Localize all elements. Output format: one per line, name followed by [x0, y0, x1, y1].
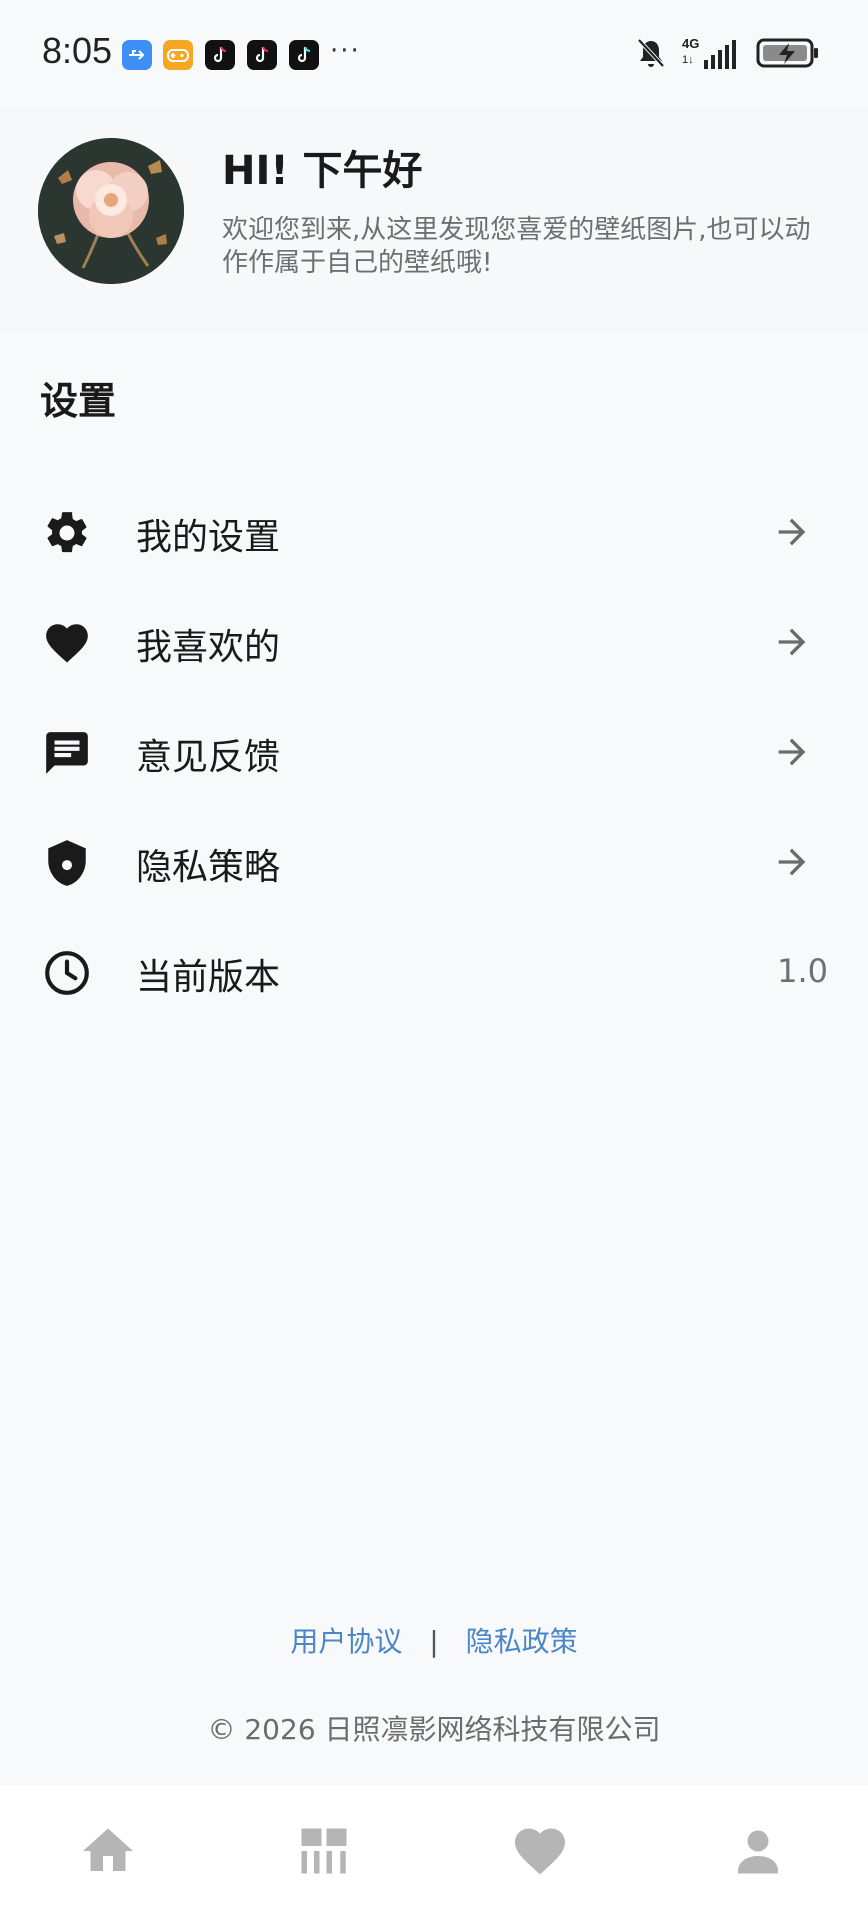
menu-item-label: 我喜欢的: [136, 627, 281, 668]
footer-separator: |: [429, 1625, 439, 1658]
greeting-subtitle: 欢迎您到来,从这里发现您喜爱的壁纸图片,也可以动作作属于自己的壁纸哦!: [222, 215, 811, 278]
arrow-right-icon: [772, 622, 812, 662]
status-bar: 8:05 ··· 4G 1↓: [0, 0, 868, 108]
menu-item-label: 我的设置: [136, 517, 281, 558]
menu-item-privacy-strategy[interactable]: 隐私策略: [0, 806, 868, 916]
status-time: 8:05: [42, 30, 113, 71]
menu-item-label: 意见反馈: [136, 737, 281, 778]
menu-item-my-favorites[interactable]: 我喜欢的: [0, 586, 868, 696]
gear-icon: [42, 508, 92, 558]
status-indicators: 4G 1↓: [636, 36, 820, 73]
menu-item-label: 隐私策略: [136, 847, 281, 888]
avatar[interactable]: [38, 138, 184, 284]
mute-bell-icon: [636, 37, 666, 73]
greeting-title: HI! 下午好: [222, 148, 423, 194]
network-type-label: 4G: [682, 36, 700, 51]
usb-icon: [122, 40, 152, 70]
menu-item-feedback[interactable]: 意见反馈: [0, 696, 868, 806]
footer-links: 用户协议 | 隐私政策: [0, 1620, 868, 1660]
signal-icon: 4G 1↓: [682, 36, 740, 72]
clock-icon: [42, 948, 92, 998]
profile-icon[interactable]: [728, 1821, 788, 1881]
user-agreement-link[interactable]: 用户协议: [290, 1625, 402, 1658]
arrow-right-icon: [772, 842, 812, 882]
arrow-right-icon: [772, 512, 812, 552]
tiktok-icon: [289, 40, 319, 70]
menu-item-label: 当前版本: [136, 957, 281, 998]
arrow-right-icon: [772, 732, 812, 772]
profile-header: HI! 下午好 欢迎您到来,从这里发现您喜爱的壁纸图片,也可以动作作属于自己的壁…: [0, 108, 868, 330]
game-icon: [163, 40, 193, 70]
privacy-policy-link[interactable]: 隐私政策: [466, 1625, 578, 1658]
settings-section-title: 设置: [40, 379, 117, 423]
version-value: 1.0: [777, 952, 828, 990]
copyright-text: © 2026 日照凛影网络科技有限公司: [207, 1713, 661, 1746]
feedback-icon: [42, 728, 92, 778]
menu-item-my-settings[interactable]: 我的设置: [0, 476, 868, 586]
grid-icon[interactable]: [294, 1821, 354, 1881]
heart-icon[interactable]: [510, 1821, 570, 1881]
tiktok-icon: [247, 40, 277, 70]
menu-item-current-version: 当前版本 1.0: [0, 916, 868, 1026]
home-icon[interactable]: [78, 1821, 138, 1881]
bottom-nav: [0, 1785, 868, 1920]
heart-icon: [42, 618, 92, 668]
network-activity-label: 1↓: [682, 54, 694, 66]
tiktok-icon: [205, 40, 235, 70]
shield-icon: [42, 838, 92, 888]
battery-charging-icon: [756, 37, 820, 73]
more-notifications-icon: ···: [330, 36, 361, 66]
